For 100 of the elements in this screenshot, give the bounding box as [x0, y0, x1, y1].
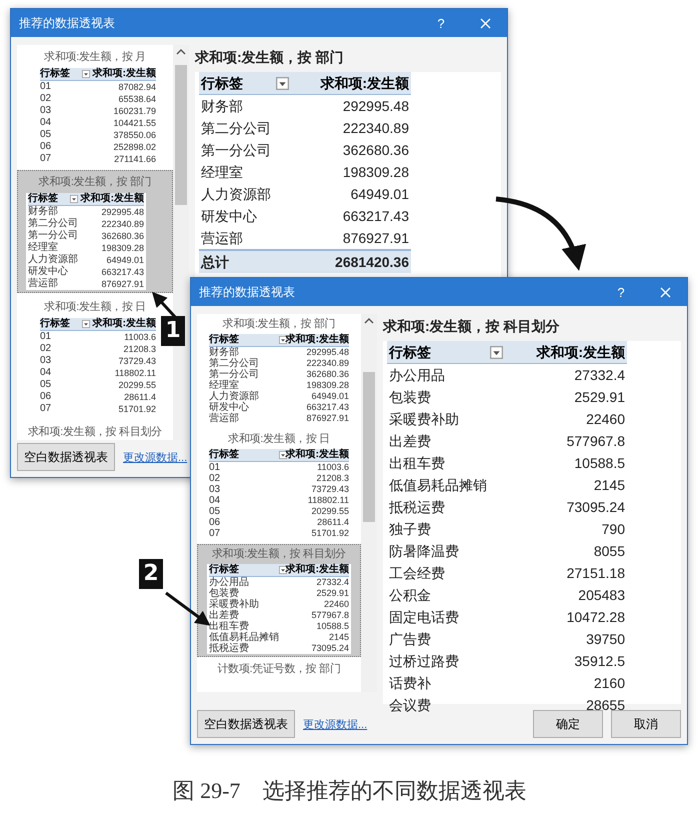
help-button[interactable]: ? — [419, 9, 463, 37]
blank-pivot-button[interactable]: 空白数据透视表 — [197, 710, 295, 738]
table-cell-text: 876927.91 — [342, 229, 410, 248]
table-cell-text: 292995.48 — [342, 97, 410, 116]
table-cell-text: 财务部 — [28, 206, 59, 218]
table-cell-text: 11003.6 — [123, 331, 156, 343]
table-cell-text: 577967.8 — [566, 432, 626, 451]
scroll-up-icon[interactable] — [176, 48, 186, 56]
header-text: 行标签 — [209, 449, 239, 461]
table-cell-text: 营运部 — [209, 413, 240, 424]
dropdown-icon[interactable] — [82, 320, 90, 328]
table-cell-text: 07 — [40, 403, 52, 415]
table-cell-text: 10588.5 — [315, 621, 349, 632]
change-source-link[interactable]: 更改源数据... — [303, 716, 368, 732]
table-cell-text: 2145 — [592, 476, 626, 495]
header-text: 行标签 — [201, 74, 243, 93]
table-cell-text: 11003.6 — [316, 462, 349, 473]
option-title: 求和项:发生额，按 月 — [44, 50, 146, 65]
table-cell-text: 118802.11 — [114, 367, 156, 379]
header-text: 求和项:发生额 — [92, 318, 156, 330]
table-cell-text: 362680.36 — [305, 369, 349, 380]
table-cell-text: 35912.5 — [573, 652, 626, 671]
dropdown-icon[interactable] — [276, 76, 289, 90]
window-title: 推荐的数据透视表 — [18, 14, 116, 32]
table-cell-text: 39750 — [585, 630, 626, 649]
pivot-option[interactable]: 求和项:发生额，按 部门 行标签 求和项:发生额 财务部 292995.48 第二分公司 222340.89 第一分公司 362680.36 经理室 198309.28 人力资源部 64949.01 研发中心 663217.43 营运部 876927.91 — [17, 170, 173, 293]
header-text: 行标签 — [40, 68, 70, 80]
table-cell-text: 87082.94 — [117, 81, 156, 93]
header-text: 求和项:发生额 — [92, 68, 156, 80]
dropdown-icon[interactable] — [490, 346, 503, 358]
table-cell-text: 第二分公司 — [209, 358, 260, 369]
table-cell-text: 64949.01 — [310, 391, 349, 402]
table-cell-text: 271141.66 — [113, 153, 156, 165]
pivot-option[interactable]: 求和项:发生额，按 日 行标签 求和项:发生额 01 11003.6 02 21208.3 03 73729.43 04 118802.11 05 20299.55 06 28611.4 07 51701.92 — [29, 295, 161, 418]
pivot-option[interactable]: 求和项:发生额，按 部门 行标签 求和项:发生额 财务部 292995.48 第二分公司 222340.89 第一分公司 362680.36 经理室 198309.28 人力资源部 64949.01 研发中心 663217.43 营运部 876927.91 — [204, 314, 354, 427]
table-cell-text: 工会经费 — [388, 564, 446, 583]
pivot-option[interactable]: 求和项:发生额，按 日 行标签 求和项:发生额 01 11003.6 02 21208.3 03 73729.43 04 118802.11 05 20299.55 06 28611.4 07 51701.92 — [204, 429, 354, 542]
header-text: 求和项:发生额 — [320, 74, 409, 93]
dropdown-icon[interactable] — [279, 566, 287, 574]
table-cell-text: 06 — [209, 517, 222, 528]
table-cell-text: 经理室 — [28, 242, 59, 254]
table-cell-text: 28611.4 — [316, 517, 349, 528]
header-text: 行标签 — [28, 193, 58, 205]
table-cell-text: 663217.43 — [100, 266, 144, 278]
table-cell-text: 876927.91 — [100, 278, 144, 290]
header-text: 行标签 — [209, 334, 239, 346]
table-cell-text: 人力资源部 — [209, 391, 260, 402]
table-cell-text: 222340.89 — [305, 358, 349, 369]
window-title: 推荐的数据透视表 — [198, 284, 296, 300]
table-cell-text: 低值易耗品摊销 — [209, 632, 280, 643]
table-cell-text: 2529.91 — [315, 588, 349, 599]
scrollbar-thumb[interactable] — [175, 65, 187, 205]
dropdown-icon[interactable] — [279, 451, 287, 459]
table-cell-text: 21208.3 — [315, 473, 349, 484]
table-cell-text: 378550.06 — [112, 129, 156, 141]
pivot-option[interactable]: 计数项:凭证号数，按 部门 — [214, 659, 344, 681]
table-cell-text: 663217.43 — [342, 207, 410, 226]
table-cell-text: 第二分公司 — [28, 218, 79, 230]
change-source-link[interactable]: 更改源数据... — [123, 450, 188, 464]
table-cell-text: 第一分公司 — [209, 369, 260, 380]
preview-title: 求和项:发生额，按 部门 — [195, 45, 501, 72]
table-cell-text: 292995.48 — [305, 347, 349, 358]
help-button[interactable]: ? — [599, 278, 643, 306]
dropdown-icon[interactable] — [70, 195, 78, 203]
table-cell-text: 会议费 — [388, 696, 432, 715]
table-cell-text: 06 — [40, 391, 52, 403]
table-cell-text: 02 — [40, 93, 52, 105]
table-cell-text: 防暑降温费 — [388, 542, 460, 561]
table-cell-text: 营运部 — [28, 278, 59, 290]
table-cell-text: 205483 — [577, 586, 626, 605]
table-cell-text: 第一分公司 — [28, 230, 79, 242]
pivot-option[interactable]: 求和项:发生额，按 科目划分 — [25, 420, 165, 440]
table-cell-text: 研发中心 — [209, 402, 250, 413]
cancel-button[interactable]: 取消 — [611, 710, 681, 738]
table-cell-text: 02 — [209, 473, 222, 484]
dropdown-icon[interactable] — [279, 336, 287, 344]
blank-pivot-button[interactable]: 空白数据透视表 — [17, 443, 115, 471]
table-cell-text: 22460 — [585, 410, 626, 429]
table-cell-text: 营运部 — [200, 229, 244, 248]
table-cell-text: 研发中心 — [28, 266, 69, 278]
ok-button[interactable]: 确定 — [533, 710, 603, 738]
table-cell-text: 公积金 — [388, 586, 432, 605]
table-cell-text: 10588.5 — [573, 454, 626, 473]
table-cell-text: 20299.55 — [117, 379, 156, 391]
preview-title: 求和项:发生额，按 科目划分 — [383, 314, 681, 341]
table-cell-text: 02 — [40, 343, 52, 355]
pivot-option[interactable]: 求和项:发生额，按 月 行标签 求和项:发生额 01 87082.94 02 65538.64 03 160231.79 04 104421.55 05 378550.06 06 252898.02 07 271141.66 — [29, 45, 161, 168]
total-cell: 2681420.36 — [291, 249, 411, 273]
table-cell-text: 07 — [209, 528, 222, 539]
table-cell-text: 73095.24 — [566, 498, 626, 517]
table-cell-text: 10472.28 — [566, 608, 626, 627]
dropdown-icon[interactable] — [82, 70, 90, 78]
table-cell-text: 采暖费补助 — [388, 410, 460, 429]
scroll-up-icon[interactable] — [364, 317, 374, 325]
table-cell-text: 抵税运费 — [209, 643, 250, 654]
table-cell-text: 252898.02 — [112, 141, 156, 153]
scrollbar-thumb[interactable] — [363, 372, 375, 522]
table-cell-text: 21208.3 — [122, 343, 156, 355]
pivot-option[interactable]: 求和项:发生额，按 科目划分 行标签 求和项:发生额 办公用品 27332.4 包装费 2529.91 采暖费补助 22460 出差费 577967.8 出租车费 10588.5 低值易耗品摊销 2145 抵税运费 73095.24 — [197, 544, 361, 657]
table-cell-text: 07 — [40, 153, 52, 165]
